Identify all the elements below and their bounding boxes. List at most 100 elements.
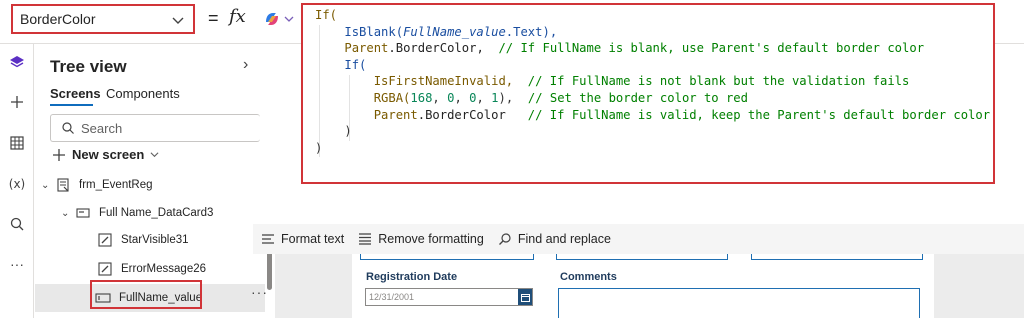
tree-item-label: Full Name_DataCard3 bbox=[99, 207, 214, 219]
code-line: ) bbox=[315, 123, 990, 140]
code-token: 168 bbox=[410, 90, 433, 105]
field-input[interactable] bbox=[751, 254, 923, 260]
add-icon bbox=[53, 148, 65, 161]
form-icon bbox=[55, 177, 71, 193]
tree-scrollbar[interactable] bbox=[267, 250, 272, 290]
code-line: Parent.BorderColor // If FullName is val… bbox=[315, 107, 990, 124]
code-token: ), bbox=[498, 90, 528, 105]
edit-label-icon bbox=[97, 232, 113, 248]
code-line: IsFirstNameInvalid, // If FullName is no… bbox=[315, 73, 990, 90]
field-input[interactable] bbox=[360, 254, 534, 260]
code-token: .BorderColor, bbox=[388, 41, 499, 56]
code-token: FullName_value bbox=[403, 24, 506, 39]
active-tab-indicator bbox=[50, 104, 93, 106]
code-line: RGBA(168, 0, 0, 1), // Set the border co… bbox=[315, 90, 990, 107]
equals-sign: = bbox=[208, 8, 219, 28]
property-dropdown-value: BorderColor bbox=[20, 11, 96, 27]
search-icon[interactable] bbox=[7, 214, 27, 234]
code-token: If( bbox=[315, 8, 338, 22]
formula-editor[interactable]: If( IsBlank(FullName_value.Text), Parent… bbox=[301, 3, 995, 184]
code-token: , bbox=[454, 90, 470, 105]
format-toolbar: Format text Remove formatting Find and r… bbox=[253, 224, 1024, 254]
selected-item-highlight bbox=[90, 280, 202, 309]
more-options-icon[interactable]: ··· bbox=[251, 284, 268, 300]
find-replace-label: Find and replace bbox=[517, 232, 611, 246]
code-line: ) bbox=[315, 140, 990, 157]
tab-screens[interactable]: Screens bbox=[50, 86, 101, 101]
search-icon bbox=[498, 233, 511, 245]
layers-icon[interactable] bbox=[7, 52, 27, 72]
format-text-label: Format text bbox=[281, 232, 345, 246]
code-token: RGBA( bbox=[373, 90, 411, 105]
chevron-right-icon[interactable]: › bbox=[243, 56, 248, 74]
code-token: // If FullName is valid, keep the Parent… bbox=[527, 107, 991, 122]
tree-search-input[interactable]: Search bbox=[50, 114, 260, 142]
comments-input[interactable] bbox=[558, 288, 920, 318]
tree-view-panel: Tree view › Screens Components Search Ne… bbox=[35, 44, 265, 318]
copilot-button[interactable] bbox=[263, 9, 297, 29]
code-token: // Set the border color to red bbox=[527, 90, 748, 105]
format-text-icon bbox=[262, 234, 274, 244]
chevron-down-icon bbox=[172, 17, 184, 24]
code-token: IsBlank( bbox=[344, 24, 404, 39]
code-line: IsBlank(FullName_value.Text), bbox=[315, 24, 990, 41]
variables-icon[interactable]: (x) bbox=[7, 174, 27, 194]
tab-components[interactable]: Components bbox=[106, 86, 180, 101]
remove-formatting-icon bbox=[359, 233, 372, 245]
code-line: Parent.BorderColor, // If FullName is bl… bbox=[315, 40, 990, 57]
code-line: If( bbox=[315, 57, 990, 74]
chevron-down-icon bbox=[284, 16, 294, 22]
find-replace-button[interactable]: Find and replace bbox=[498, 232, 611, 246]
code-token: If( bbox=[344, 57, 367, 72]
remove-formatting-label: Remove formatting bbox=[378, 232, 484, 246]
fx-icon: fx bbox=[229, 6, 246, 27]
registration-date-input[interactable]: 12/31/2001 bbox=[365, 288, 533, 306]
copilot-icon bbox=[266, 13, 278, 25]
tree-item-label: frm_EventReg bbox=[79, 179, 153, 191]
calendar-icon[interactable] bbox=[518, 289, 532, 305]
new-screen-button[interactable]: New screen bbox=[52, 147, 159, 162]
code-line: If( bbox=[315, 7, 990, 24]
tree-item-starvisible[interactable]: StarVisible31 bbox=[35, 226, 265, 254]
comments-label: Comments bbox=[560, 271, 617, 283]
code-token: ) bbox=[315, 124, 352, 139]
new-screen-label: New screen bbox=[72, 147, 145, 162]
code-token: , bbox=[476, 90, 492, 105]
tree-item-label: StarVisible31 bbox=[121, 234, 189, 246]
search-icon bbox=[62, 122, 74, 134]
code-token: .Text), bbox=[505, 24, 558, 39]
property-dropdown[interactable]: BorderColor bbox=[11, 4, 195, 34]
code-token: // If FullName is blank, use Parent's de… bbox=[498, 41, 925, 56]
tree-item-form[interactable]: ⌄ frm_EventReg bbox=[35, 171, 265, 199]
code-token: , bbox=[432, 90, 448, 105]
code-token: .BorderColor bbox=[417, 107, 528, 122]
chevron-down-icon[interactable]: ⌄ bbox=[61, 208, 75, 219]
tree-view-title: Tree view bbox=[50, 57, 127, 76]
code-token: Parent bbox=[373, 107, 418, 122]
field-input[interactable] bbox=[556, 254, 728, 260]
code-token: ) bbox=[315, 140, 323, 155]
left-rail: (x) ··· bbox=[0, 44, 34, 318]
code-token: // If FullName is not blank but the vali… bbox=[527, 74, 910, 89]
tree-item-errormessage[interactable]: ErrorMessage26 bbox=[35, 255, 265, 283]
remove-formatting-button[interactable]: Remove formatting bbox=[358, 232, 484, 246]
code-token: Parent bbox=[344, 41, 389, 56]
registration-date-value: 12/31/2001 bbox=[369, 292, 415, 302]
more-icon[interactable]: ··· bbox=[7, 254, 27, 274]
code-token: 1 bbox=[491, 90, 499, 105]
format-text-button[interactable]: Format text bbox=[261, 232, 344, 246]
chevron-down-icon bbox=[150, 152, 159, 158]
registration-date-label: Registration Date bbox=[366, 271, 458, 283]
code-token: IsFirstNameInvalid, bbox=[373, 74, 528, 89]
add-icon[interactable] bbox=[7, 92, 27, 112]
chevron-down-icon[interactable]: ⌄ bbox=[41, 180, 55, 191]
tree-item-datacard[interactable]: ⌄ Full Name_DataCard3 bbox=[35, 199, 265, 227]
edit-label-icon bbox=[97, 261, 113, 277]
data-table-icon[interactable] bbox=[7, 133, 27, 153]
